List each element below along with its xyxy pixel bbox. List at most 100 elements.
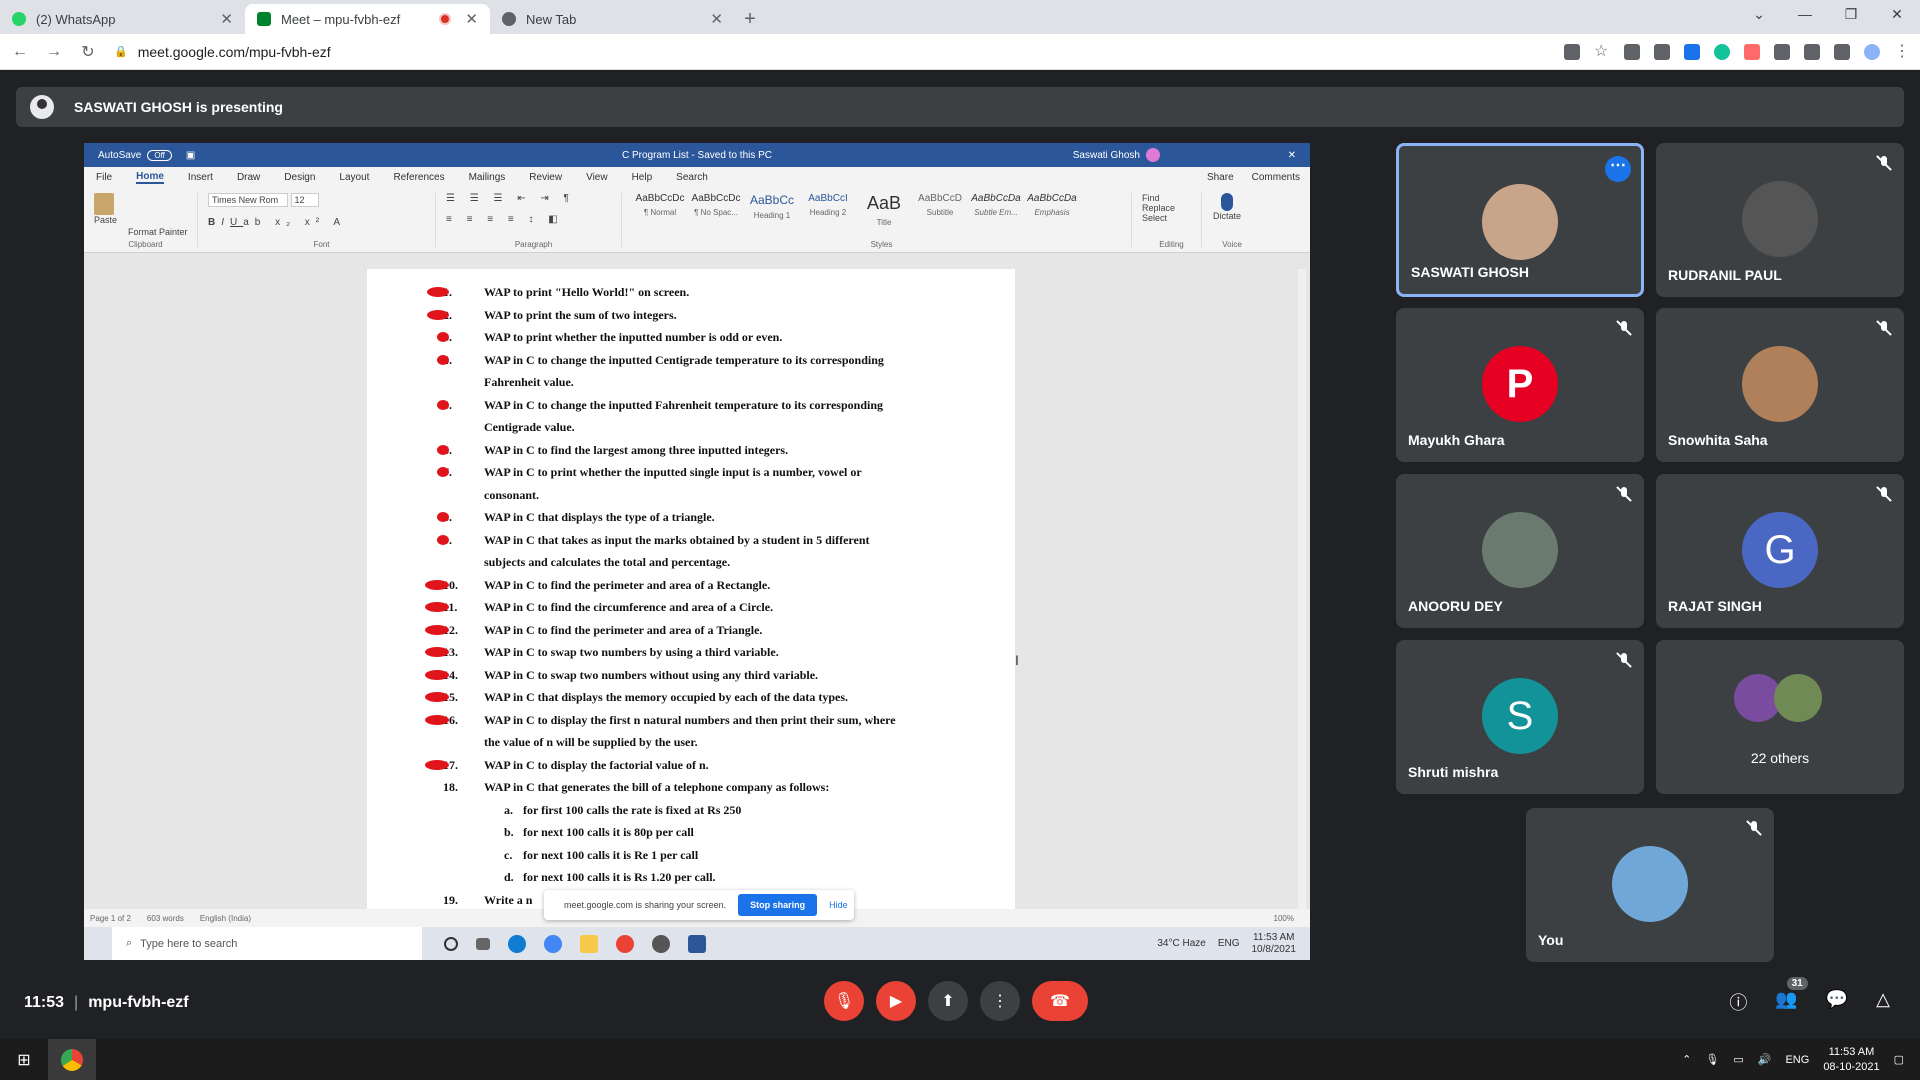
bookmark-star-icon[interactable]: ☆ [1594,44,1610,60]
meeting-info: 11:53 | mpu-fvbh-ezf [24,994,189,1011]
present-screen-button[interactable]: ⬆ [928,981,968,1021]
red-annotation-mark [437,467,449,477]
new-tab-button[interactable]: + [735,4,765,34]
profile-avatar-icon[interactable] [1864,44,1880,60]
tab-whatsapp[interactable]: (2) WhatsApp ✕ [0,4,245,34]
restore-button[interactable]: ❐ [1828,0,1874,30]
line-text: WAP in C to print whether the inputted s… [484,465,862,479]
leave-call-button[interactable]: ☎ [1032,981,1088,1021]
participant-name: ANOORU DEY [1408,598,1503,614]
close-tab-icon[interactable]: ✕ [220,10,233,28]
extension-icon[interactable] [1744,44,1760,60]
cast-icon[interactable] [1774,44,1790,60]
extension-icon[interactable] [1684,44,1700,60]
volume-icon[interactable]: 🔊 [1758,1053,1772,1066]
style-no-spacing: AaBbCcDc ¶ No Spac... [691,193,741,217]
participant-tile-shruti[interactable]: S Shruti mishra [1396,640,1644,794]
participant-tile-others[interactable]: 22 others [1656,640,1904,794]
browser-toolbar: ← → ↻ 🔒 meet.google.com/mpu-fvbh-ezf ☆ ⋮ [0,34,1920,70]
style-heading1: AaBbCc Heading 1 [749,193,795,220]
camera-toggle-button[interactable]: ▶ [876,981,916,1021]
tab-newtab[interactable]: New Tab ✕ [490,4,735,34]
microphone-toggle-button[interactable]: 🎙 [824,981,864,1021]
more-options-button[interactable]: ⋮ [980,981,1020,1021]
participant-tile-snowhita[interactable]: Snowhita Saha [1656,308,1904,462]
document-line: 13. WAP in C to swap two numbers by using… [367,641,1015,664]
close-window-button[interactable]: ✕ [1874,0,1920,30]
tray-chevron-icon[interactable]: ⌃ [1682,1053,1691,1066]
document-canvas: 1.WAP to print "Hello World!" on screen.… [84,269,1310,909]
document-line: 16. WAP in C to display the first n natur… [367,709,1015,732]
extension-icon[interactable] [1654,44,1670,60]
close-tab-icon[interactable]: ✕ [710,10,723,28]
line-text: the value of n will be supplied by the u… [484,735,698,749]
windows-start-icon[interactable]: ⊞ [0,1050,48,1070]
people-button[interactable]: 👥 31 [1775,977,1808,1015]
align-icons: ≡ ≡ ≡ ≡ ↕ ◧ [446,214,564,225]
participant-tile-saswati[interactable]: ⋯ SASWATI GHOSH [1396,143,1644,297]
chat-icon[interactable]: 💬 [1826,989,1848,1015]
participant-tile-you[interactable]: You [1526,808,1774,962]
activities-icon[interactable]: △ [1876,989,1890,1015]
paste-label: Paste [94,215,118,225]
presenting-text: SASWATI GHOSH is presenting [74,99,283,115]
document-line: 8. WAP in C that displays the type of a … [367,506,1015,529]
participant-tile-rudranil[interactable]: RUDRANIL PAUL [1656,143,1904,297]
line-text: WAP in C to display the factorial value … [484,757,709,772]
close-tab-icon[interactable]: ✕ [465,10,478,28]
document-line: subjects and calculates the total and pe… [367,551,1015,574]
line-text: WAP in C to change the inputted Fahrenhe… [484,397,883,412]
red-annotation-mark [437,399,449,410]
network-icon[interactable]: ▭ [1733,1053,1743,1066]
document-line: 4.WAP in C to change the inputted Centig… [367,349,1015,372]
address-bar[interactable]: 🔒 meet.google.com/mpu-fvbh-ezf [114,38,1514,66]
participant-tile-mayukh[interactable]: P Mayukh Ghara [1396,308,1644,462]
meeting-details-icon[interactable]: ⓘ [1729,989,1747,1015]
ribbon-tab: References [393,171,445,183]
more-vert-icon: ⋮ [992,993,1008,1010]
tab-meet[interactable]: Meet – mpu-fvbh-ezf ✕ [245,4,490,34]
extension-icon[interactable] [1804,44,1820,60]
reload-icon[interactable]: ↻ [74,42,102,62]
microphone-tray-icon[interactable]: 🎙 [1705,1053,1719,1066]
presenting-banner: SASWATI GHOSH is presenting [16,87,1904,127]
puzzle-extensions-icon[interactable] [1834,44,1850,60]
participant-avatar [1482,512,1558,588]
chrome-taskbar-button[interactable] [48,1039,96,1080]
lock-icon[interactable]: 🔒 [114,45,128,58]
tab-title: (2) WhatsApp [36,11,116,27]
line-text: for next 100 calls it is Re 1 per call [523,847,699,862]
minimize-button[interactable]: — [1782,0,1828,30]
vertical-scrollbar [1298,269,1306,909]
document-line: Centigrade value. [367,416,1015,439]
document-line: d. for next 100 calls it is Rs 1.20 per c… [367,866,1015,889]
line-text: WAP in C that takes as input the marks o… [484,532,870,547]
chrome-icon [544,934,562,953]
notification-icon[interactable]: ▢ [1894,1053,1904,1066]
clipboard-group: Paste Format Painter Clipboard [94,193,198,249]
word-comments-button: Comments [1251,171,1300,183]
input-language[interactable]: ENG [1785,1054,1809,1066]
language-indicator: ENG [1217,938,1240,949]
screenshot-extension-icon[interactable] [1624,44,1640,60]
group-label: Paragraph [514,240,553,249]
system-clock[interactable]: 11:53 AM 08-10-2021 [1823,1045,1879,1075]
camera-icon[interactable] [1564,44,1580,60]
replace-button: Replace [1142,203,1176,213]
participant-tile-anooru[interactable]: ANOORU DEY [1396,474,1644,628]
forward-icon[interactable]: → [40,43,68,61]
grammarly-icon[interactable] [1714,44,1730,60]
document-line: 5.WAP in C to change the inputted Fahren… [367,394,1015,417]
red-annotation-mark [425,759,449,770]
chrome-menu-icon[interactable]: ⋮ [1894,44,1910,60]
participant-name: You [1538,932,1564,948]
line-text: WAP to print "Hello World!" on screen. [484,285,690,299]
document-line: 6.WAP in C to find the largest among thr… [367,439,1015,462]
back-icon[interactable]: ← [6,43,34,61]
stop-sharing-button: Stop sharing [738,894,818,916]
red-annotation-mark [425,714,449,725]
more-options-icon[interactable]: ⋯ [1605,156,1631,182]
tab-search-icon[interactable]: ⌄ [1736,0,1782,30]
line-text: WAP in C that displays the memory occupi… [484,690,849,704]
participant-tile-rajat[interactable]: G RAJAT SINGH [1656,474,1904,628]
